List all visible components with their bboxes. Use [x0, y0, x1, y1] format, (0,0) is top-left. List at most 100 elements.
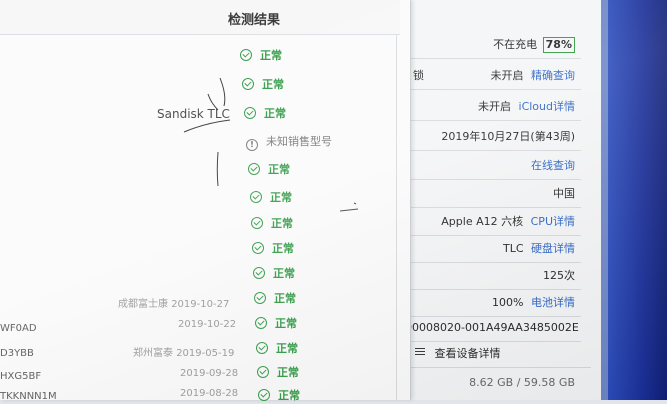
online-query-link[interactable]: 在线查询: [531, 159, 575, 172]
menu-icon: [415, 346, 425, 357]
result-row: 正常: [254, 291, 296, 307]
disk-detail-link[interactable]: 硬盘详情: [531, 242, 575, 255]
battery-health-value: 100%: [492, 296, 524, 309]
device-info-panel: 不在充电 78% 锁 未开启 精确查询 未开启 iCloud详情 2019年10…: [404, 0, 601, 400]
check-circle-icon: [257, 366, 269, 378]
cpu-detail-link[interactable]: CPU详情: [531, 215, 575, 228]
result-status-text: 正常: [268, 163, 290, 176]
precise-row-label: 锁: [413, 69, 424, 82]
serial-full-value: 00008020-001A49AA3485002E: [405, 321, 579, 334]
region-value: 中国: [553, 187, 575, 200]
check-circle-icon: [258, 389, 270, 401]
icloud-row: 未开启 iCloud详情: [405, 94, 581, 121]
device-detail-button[interactable]: 查看设备详情: [405, 341, 591, 368]
result-row: 正常: [242, 77, 284, 93]
result-status-text: 正常: [264, 107, 286, 120]
battery-row: 不在充电 78%: [405, 32, 581, 59]
result-row: ! 未知销售型号: [246, 134, 332, 151]
check-circle-icon: [251, 217, 263, 229]
factory-name: 郑州富泰: [133, 348, 173, 359]
check-circle-icon: [244, 107, 256, 119]
check-circle-icon: [253, 267, 265, 279]
battery-percent-badge: 78%: [542, 37, 575, 53]
serial-3: TKKNNN1M: [0, 391, 57, 402]
factory-date: 2019-09-28: [180, 368, 239, 379]
exclamation-circle-icon: !: [246, 139, 258, 151]
serial-2: HXG5BF: [0, 371, 42, 382]
production-date-value: 2019年10月27日(第43周): [441, 130, 575, 143]
storage-row: 8.62 GB / 59.58 GB: [405, 370, 581, 396]
production-date-row: 2019年10月27日(第43周): [405, 124, 581, 151]
factory-date: 2019-05-19: [176, 348, 235, 359]
result-row: 正常: [251, 216, 293, 232]
region-row: 中国: [405, 181, 581, 208]
storage-value: 8.62 GB / 59.58 GB: [469, 376, 575, 389]
detection-result-dialog: 检测结果 Sandisk TLC 正常 正常 正常! 未知销售型号 正常 正常 正常 正常 正常…: [0, 0, 411, 402]
check-circle-icon: [252, 242, 264, 254]
check-circle-icon: [250, 191, 262, 203]
disk-row: TLC 硬盘详情: [405, 236, 581, 263]
result-row: 正常: [256, 341, 298, 357]
result-status-text: 正常: [276, 342, 298, 355]
result-row: 正常: [244, 106, 286, 122]
battery-health-row: 100% 电池详情: [405, 290, 581, 317]
dialog-header: 检测结果: [0, 0, 400, 35]
date-row-0: 成都富士康 2019-10-27: [118, 295, 229, 310]
check-circle-icon: [242, 78, 254, 90]
pen-mark: [339, 202, 359, 212]
precise-query-link[interactable]: 精确查询: [531, 69, 575, 82]
result-status-text: 正常: [277, 366, 299, 379]
result-status-text: 正常: [271, 217, 293, 230]
device-detail-label: 查看设备详情: [434, 347, 501, 360]
check-circle-icon: [240, 49, 252, 61]
cpu-row: Apple A12 六核 CPU详情: [405, 209, 581, 236]
check-circle-icon: [255, 317, 267, 329]
result-row: 正常: [253, 266, 295, 282]
result-status-text: 未知销售型号: [266, 135, 332, 148]
charge-count-row: 125次: [405, 263, 581, 290]
result-row: 正常: [258, 388, 300, 404]
icloud-value: 未开启: [478, 100, 512, 113]
cpu-value: Apple A12 六核: [441, 215, 524, 228]
result-status-text: 正常: [275, 317, 297, 330]
serial-full-row: 00008020-001A49AA3485002E: [405, 315, 581, 342]
result-status-text: 正常: [260, 49, 282, 62]
column-divider: [396, 34, 397, 400]
result-row: 正常: [248, 162, 290, 178]
result-status-text: 正常: [262, 78, 284, 91]
factory-date: 2019-10-27: [171, 299, 230, 310]
date-row-3: 2019-09-28: [180, 368, 238, 379]
charge-count-value: 125次: [543, 269, 575, 282]
date-row-1: 2019-10-22: [178, 319, 236, 330]
factory-name: 成都富士康: [118, 299, 168, 310]
result-status-text: 正常: [274, 292, 296, 305]
check-circle-icon: [248, 163, 260, 175]
serial-1: D3YBB: [0, 348, 34, 359]
date-row-4: 2019-08-28: [180, 388, 238, 399]
precise-query-value: 未开启: [490, 69, 524, 82]
factory-date: 2019-08-28: [180, 388, 239, 399]
result-row: 正常: [252, 241, 294, 257]
precise-query-row: 锁 未开启 精确查询: [405, 63, 581, 90]
pen-scribble: [183, 77, 231, 187]
date-row-2: 郑州富泰 2019-05-19: [133, 344, 234, 359]
battery-detail-link[interactable]: 电池详情: [531, 296, 575, 309]
result-status-text: 正常: [273, 267, 295, 280]
disk-value: TLC: [502, 242, 524, 255]
factory-date: 2019-10-22: [178, 319, 237, 330]
result-status-text: 正常: [272, 242, 294, 255]
check-circle-icon: [254, 292, 266, 304]
result-status-text: 正常: [270, 191, 292, 204]
result-row: 正常: [240, 48, 282, 64]
check-circle-icon: [256, 342, 268, 354]
result-row: 正常: [255, 316, 297, 332]
result-row: 正常: [257, 365, 299, 381]
dialog-title: 检测结果: [228, 13, 281, 28]
serial-0: WF0AD: [0, 323, 37, 334]
result-status-text: 正常: [278, 389, 300, 402]
result-row: 正常: [250, 190, 292, 206]
desktop-background: [605, 0, 667, 400]
online-query-row: 在线查询: [405, 153, 581, 180]
icloud-detail-link[interactable]: iCloud详情: [519, 100, 575, 113]
battery-state: 不在充电: [493, 38, 538, 51]
